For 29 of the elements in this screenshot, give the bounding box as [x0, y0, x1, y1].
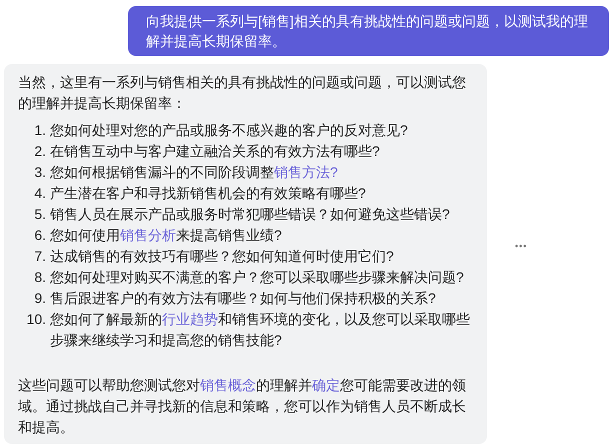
user-message: 向我提供一系列与[销售]相关的具有挑战性的问题或问题，以测试我的理解并提高长期保留率。 [128, 6, 609, 56]
text-link[interactable]: 行业趋势 [162, 311, 218, 327]
list-number: 4. [33, 184, 47, 203]
list-item-text: 产生潜在客户和寻找新销售机会的有效策略有哪些? [50, 184, 367, 203]
list-item-text: 销售人员在展示产品或服务时常犯哪些错误？如何避免这些错误? [50, 205, 451, 224]
list-number: 9. [33, 289, 47, 308]
list-item-text: 在销售互动中与客户建立融洽关系的有效方法有哪些? [50, 142, 381, 161]
list-number: 2. [33, 142, 47, 161]
list-number: 5. [33, 205, 47, 224]
list-number: 7. [33, 247, 47, 266]
list-item-text: 您如何处理对购买不满意的客户？您可以采取哪些步骤来解决问题? [50, 268, 465, 287]
intro-text: 当然，这里有一系列与销售相关的具有挑战性的问题或问题，可以测试您的理解并提高长期保留率： [18, 73, 467, 113]
list-number: 8. [33, 268, 47, 287]
text-link[interactable]: 销售分析 [120, 227, 176, 243]
text-link[interactable]: 销售方法? [274, 164, 338, 180]
list-item-text: 售后跟进客户的有效方法有哪些？如何与他们保持积极的关系? [50, 289, 437, 308]
list-item-text: 您如何根据销售漏斗的不同阶段调整销售方法? [50, 163, 339, 182]
text-link[interactable]: 确定 [312, 377, 340, 393]
closing-text: 这些问题可以帮助您测试您对销售概念的理解并确定您可能需要改进的领域。通过挑战自己并寻找新的信息和策略，您可以作为销售人员不断成长和提高。 [18, 376, 467, 437]
list-item-text: 达成销售的有效技巧有哪些？您如何知道何时使用它们? [50, 247, 395, 266]
list-item-text: 您如何了解最新的行业趋势和销售环境的变化，以及您可以采取哪些步骤来继续学习和提高您的销售技能? [50, 310, 471, 350]
list-number: 10. [26, 310, 47, 329]
text-link[interactable]: 销售概念 [200, 377, 256, 393]
list-item-text: 您如何使用销售分析来提高销售业绩? [50, 226, 283, 245]
list-number: 1. [33, 121, 47, 140]
more-button[interactable]: ••• [515, 240, 528, 254]
list-number: 3. [33, 163, 47, 182]
list-number: 6. [33, 226, 47, 245]
list-item-text: 您如何处理对您的产品或服务不感兴趣的客户的反对意见? [50, 121, 409, 140]
